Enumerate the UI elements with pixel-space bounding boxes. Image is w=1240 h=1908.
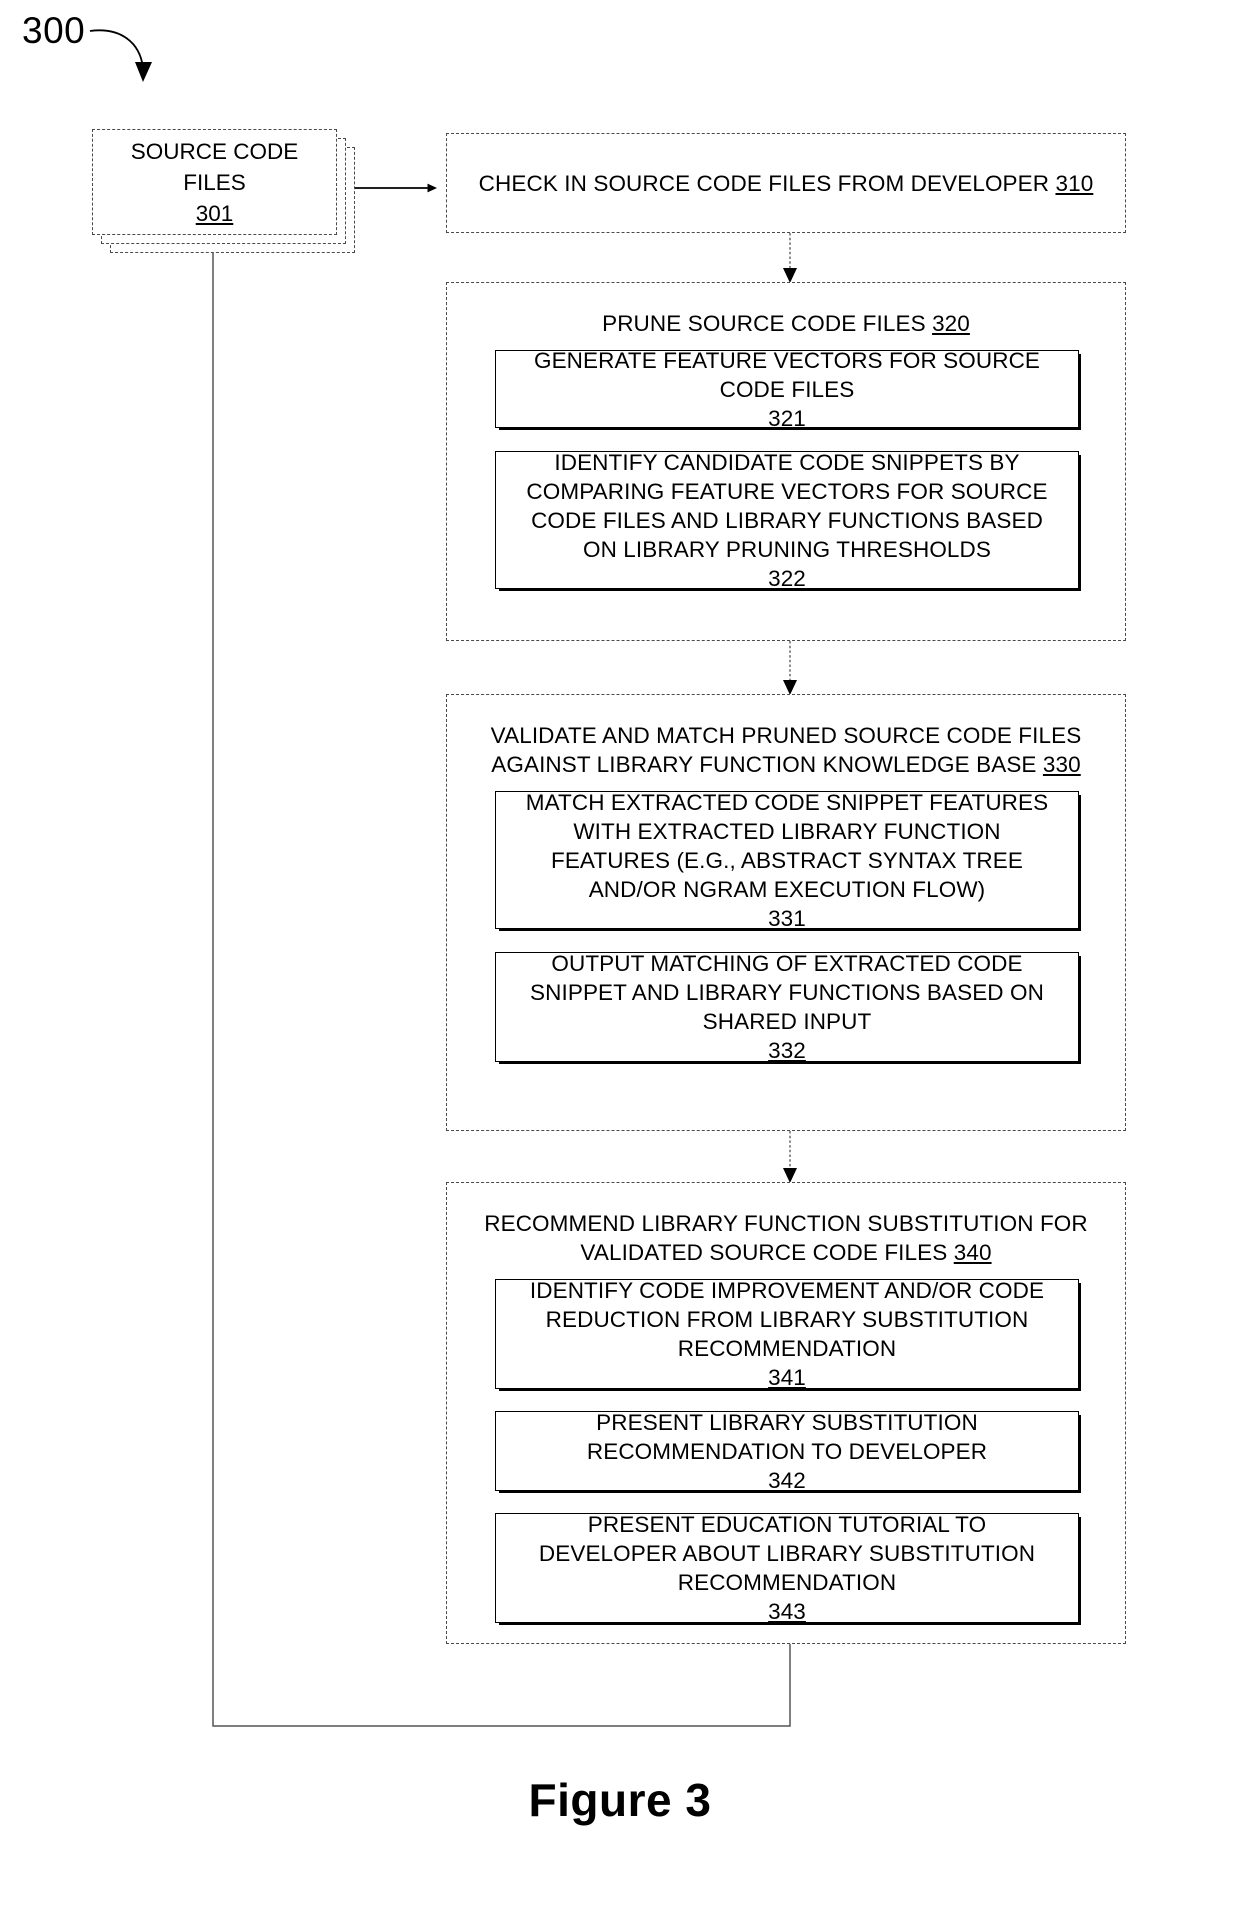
reference-numeral: 343 — [768, 1599, 806, 1624]
substep-322-box[interactable]: IDENTIFY CANDIDATE CODE SNIPPETS BY COMPA… — [495, 450, 1079, 591]
substep-332-box[interactable]: OUTPUT MATCHING OF EXTRACTED CODE SNIPPET… — [495, 951, 1079, 1063]
reference-numeral: 332 — [768, 1038, 806, 1063]
step-340-box[interactable]: RECOMMEND LIBRARY FUNCTION SUBSTITUTION … — [446, 1182, 1126, 1644]
reference-numeral: 331 — [768, 905, 806, 931]
substep-321-box[interactable]: GENERATE FEATURE VECTORS FOR SOURCE CODE … — [495, 348, 1079, 431]
connector-330-to-340 — [783, 1131, 797, 1183]
source-code-files-label: SOURCE CODE FILES 301 — [131, 136, 299, 229]
reference-numeral: 301 — [195, 200, 234, 226]
reference-numeral: 322 — [768, 565, 806, 591]
reference-numeral: 310 — [1055, 171, 1094, 196]
step-340-label: RECOMMEND LIBRARY FUNCTION SUBSTITUTION … — [484, 1211, 1088, 1265]
substep-343-label: PRESENT EDUCATION TUTORIAL TO DEVELOPER A… — [538, 1512, 1036, 1624]
substep-342-label: PRESENT LIBRARY SUBSTITUTION RECOMMENDATI… — [586, 1409, 988, 1493]
substep-341-box[interactable]: IDENTIFY CODE IMPROVEMENT AND/OR CODE RED… — [495, 1278, 1079, 1390]
substep-331-label: MATCH EXTRACTED CODE SNIPPET FEATURES WIT… — [525, 789, 1049, 931]
substep-322-label: IDENTIFY CANDIDATE CODE SNIPPETS BY COMPA… — [526, 449, 1048, 591]
step-330-label: VALIDATE AND MATCH PRUNED SOURCE CODE FI… — [490, 723, 1082, 777]
reference-numeral: 321 — [768, 405, 806, 431]
reference-numeral: 320 — [932, 311, 970, 336]
substep-343-box[interactable]: PRESENT EDUCATION TUTORIAL TO DEVELOPER A… — [495, 1512, 1079, 1624]
substep-332-label: OUTPUT MATCHING OF EXTRACTED CODE SNIPPET… — [530, 951, 1044, 1063]
substep-331-box[interactable]: MATCH EXTRACTED CODE SNIPPET FEATURES WIT… — [495, 790, 1079, 931]
figure-reference-numeral: 300 — [22, 10, 86, 51]
reference-numeral: 341 — [768, 1365, 806, 1390]
figure-caption: Figure 3 — [528, 1774, 712, 1826]
reference-numeral: 330 — [1042, 752, 1081, 777]
substep-341-label: IDENTIFY CODE IMPROVEMENT AND/OR CODE RED… — [529, 1278, 1045, 1390]
connector-320-to-330 — [783, 641, 797, 695]
step-320-box[interactable]: PRUNE SOURCE CODE FILES 320 GENERATE FEA… — [446, 282, 1126, 641]
reference-numeral: 342 — [768, 1467, 806, 1493]
source-code-files-box[interactable]: SOURCE CODE FILES 301 — [92, 129, 337, 235]
connector-310-to-320 — [783, 233, 797, 283]
step-330-box[interactable]: VALIDATE AND MATCH PRUNED SOURCE CODE FI… — [446, 694, 1126, 1131]
figure-canvas: 300 SOURCE CODE FILES 301 CHECK IN SOURCE… — [0, 0, 1240, 1908]
substep-342-box[interactable]: PRESENT LIBRARY SUBSTITUTION RECOMMENDATI… — [495, 1410, 1079, 1493]
step-310-box[interactable]: CHECK IN SOURCE CODE FILES FROM DEVELOPE… — [446, 133, 1126, 233]
step-310-label: CHECK IN SOURCE CODE FILES FROM DEVELOPE… — [478, 171, 1094, 196]
substep-321-label: GENERATE FEATURE VECTORS FOR SOURCE CODE … — [533, 347, 1041, 431]
reference-numeral: 340 — [953, 1240, 992, 1265]
lead-line-300 — [89, 29, 152, 82]
step-320-label: PRUNE SOURCE CODE FILES 320 — [602, 311, 970, 336]
